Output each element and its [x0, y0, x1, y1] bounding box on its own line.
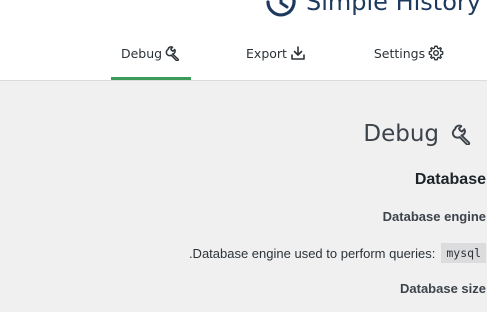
wrench-icon — [451, 124, 471, 145]
wrench-icon — [165, 46, 179, 61]
brand-name: Simple History — [306, 0, 481, 16]
tab-debug[interactable]: Debug — [111, 40, 191, 80]
section-heading-database: Database — [414, 171, 486, 188]
database-engine-description: .Database engine used to perform queries… — [188, 245, 436, 261]
tab-settings[interactable]: Settings — [364, 40, 454, 80]
page-title-text: Debug — [363, 121, 439, 147]
settings-page: Simple History Debug Export Settings Deb… — [0, 0, 499, 312]
tab-debug-label: Debug — [120, 45, 163, 61]
database-engine-row: .Database engine used to perform queries… — [189, 243, 486, 263]
simple-history-logo: Simple History — [262, 0, 481, 17]
gear-icon — [428, 45, 444, 61]
page-title: Debug — [363, 121, 473, 147]
tab-export-label: Export — [246, 45, 287, 61]
database-engine-heading: Database engine — [382, 209, 486, 224]
download-icon — [291, 46, 305, 60]
scroll-edge — [487, 0, 499, 312]
database-size-heading: Database size — [400, 281, 486, 296]
database-engine-value: mysql — [441, 243, 486, 263]
header: Simple History Debug Export Settings — [0, 0, 487, 81]
tab-active-indicator — [111, 77, 191, 80]
history-clock-icon — [266, 0, 296, 17]
tab-export[interactable]: Export — [236, 40, 316, 80]
tab-settings-label: Settings — [373, 45, 426, 61]
